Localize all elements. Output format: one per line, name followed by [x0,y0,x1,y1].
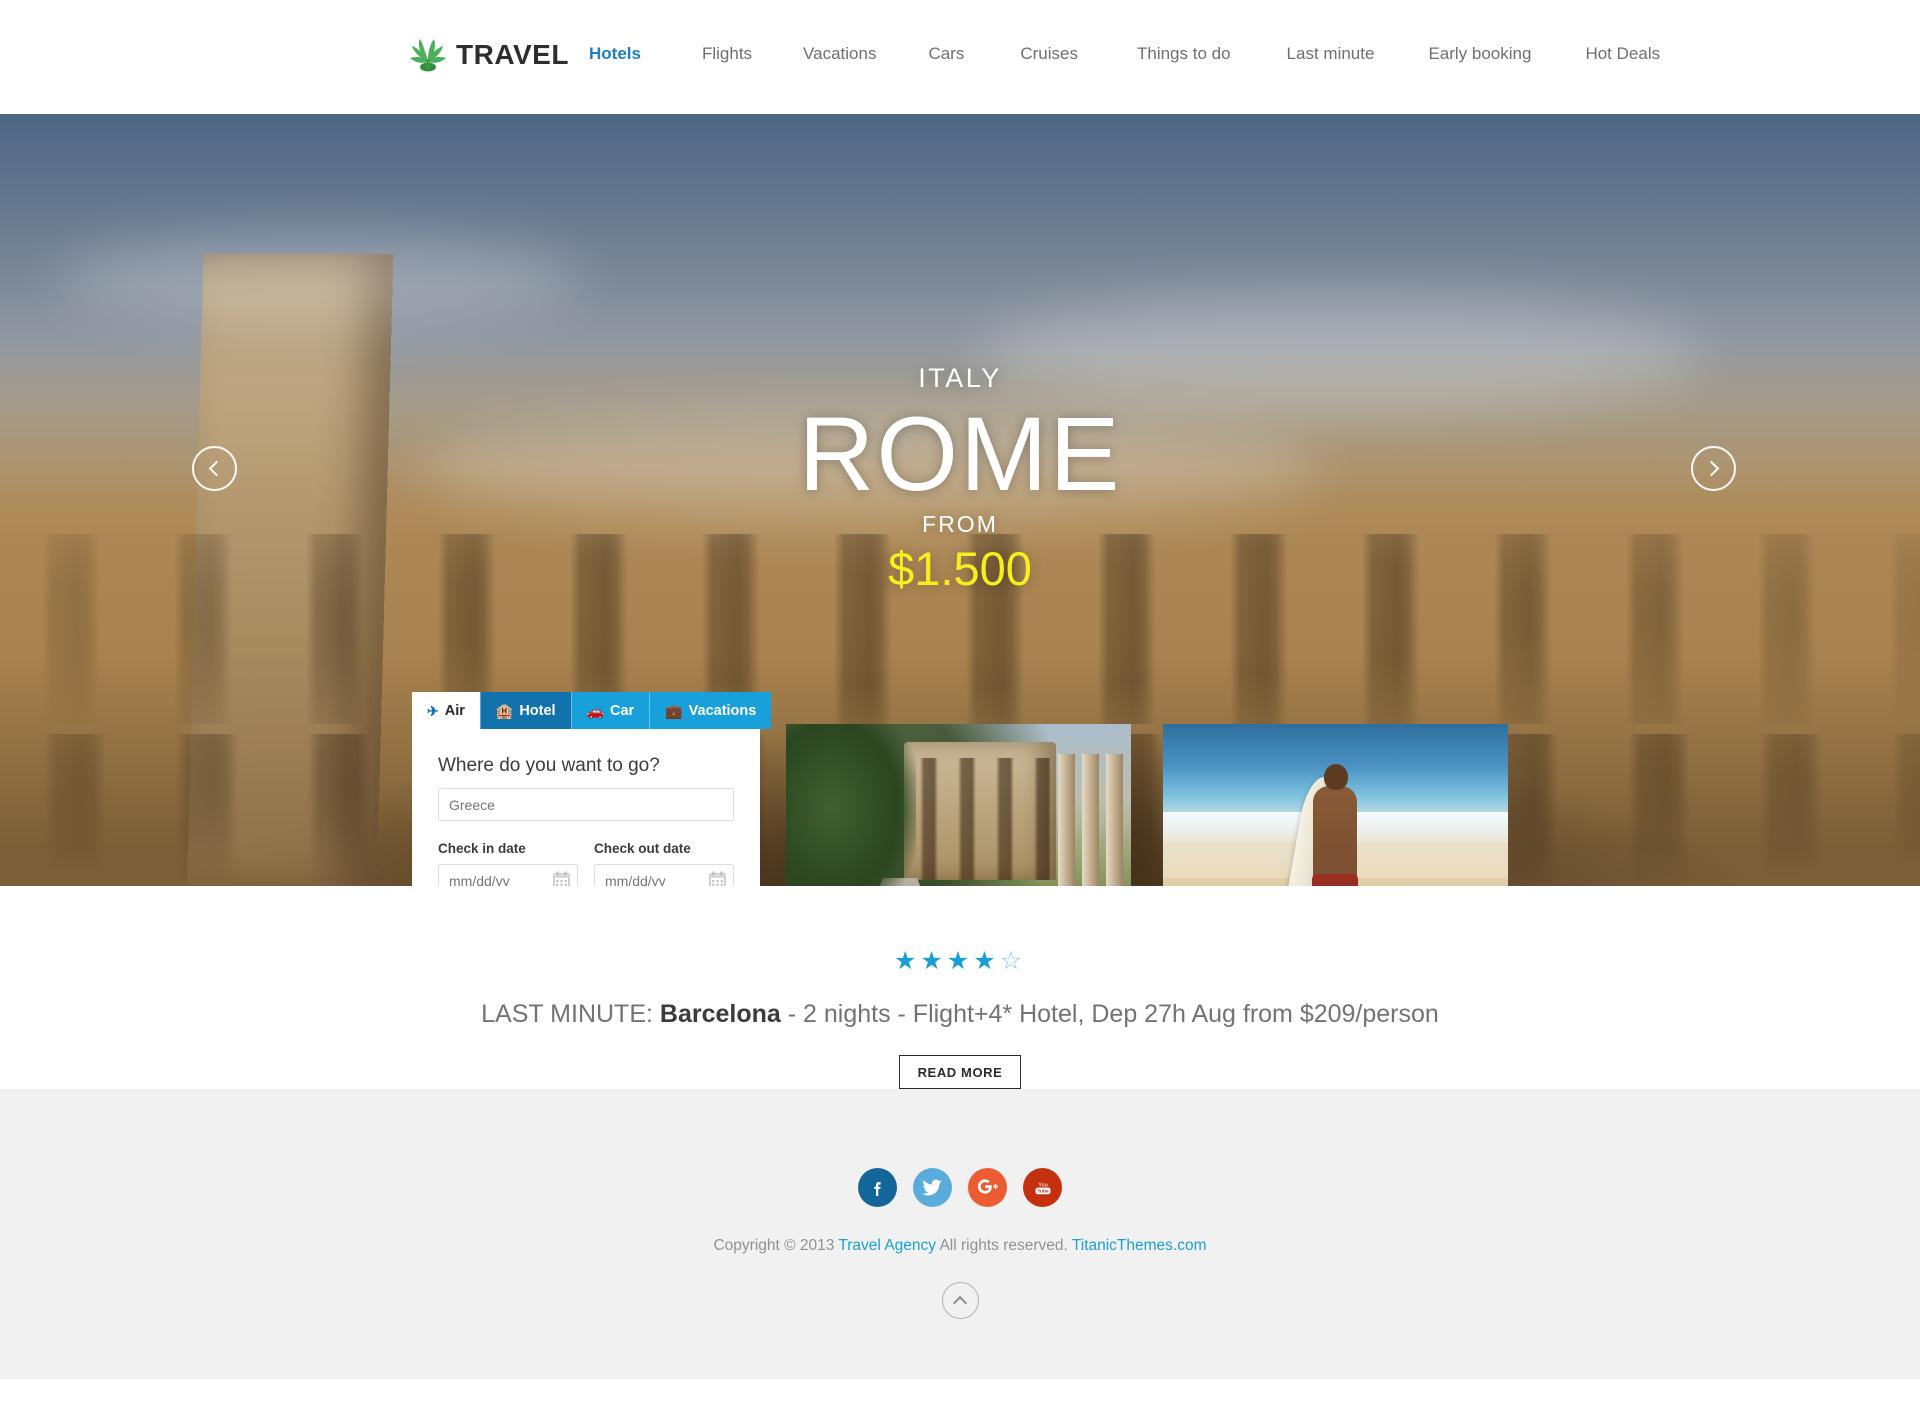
nav-item-hot-deals[interactable]: Hot Deals [1571,44,1674,64]
hero-caption: ITALY ROME FROM $1.500 [0,363,1920,596]
deal-card-rome[interactable]: ROME $59.99 [786,724,1131,886]
brand-logo[interactable]: TRAVEL [409,38,569,72]
back-to-top-button[interactable] [941,1282,979,1319]
facebook-icon[interactable] [858,1168,897,1207]
last-minute-prefix: LAST MINUTE: [481,1000,660,1028]
nav-item-things-to-do[interactable]: Things to do [1123,44,1245,64]
twitter-icon[interactable] [913,1168,952,1207]
svg-text:You: You [1038,1182,1047,1188]
checkout-label: Check out date [594,841,691,856]
tab-air-label: Air [444,702,465,719]
social-links: You Tube [0,1168,1920,1207]
destination-label: Where do you want to go? [438,755,660,776]
car-icon: 🚗 [586,702,605,719]
tree-shape [786,724,916,886]
tab-car-label: Car [610,702,635,719]
suitcase-icon: 💼 [665,702,683,719]
star-filled: ★ [920,947,947,975]
deal-cards: ROME $59.99 COTE D'AZUR $59.99 [786,724,1508,886]
checkin-group: Check in date [438,841,578,886]
palm-tree-icon [410,39,446,72]
checkin-label: Check in date [438,841,526,856]
hero-country: ITALY [918,363,1002,393]
head-shape [1324,764,1348,790]
star-empty: ☆ [999,947,1027,975]
nav-item-cars[interactable]: Cars [914,44,978,64]
tab-vacations[interactable]: 💼 Vacations [649,692,772,729]
shorts-shape [1312,874,1358,886]
hero-cloud [60,234,580,324]
nav-item-hotels[interactable]: Hotels [575,44,655,64]
colosseum-photo [786,724,1131,886]
checkout-group: Check out date [594,841,734,886]
nav-item-cruises[interactable]: Cruises [1006,44,1092,64]
nav-item-early-booking[interactable]: Early booking [1414,44,1545,64]
youtube-icon[interactable]: You Tube [1023,1168,1062,1207]
copyright-prefix: Copyright © 2013 [713,1237,839,1254]
checkin-input[interactable] [438,864,578,886]
nav-item-vacations[interactable]: Vacations [789,44,890,64]
copyright-link-agency[interactable]: Travel Agency [838,1237,936,1254]
rating-stars: ★★★★☆ [0,949,1920,974]
date-row: Check in date mm/dd/yy Check out date mm… [438,841,734,886]
column-shape [1082,754,1099,886]
booking-form: Where do you want to go? Check in date [412,729,760,886]
surfer-shape [1313,786,1357,886]
column-shape [1106,754,1123,886]
booking-widget: ✈ Air 🏨 Hotel 🚗 Car 💼 Vacations Where do… [412,692,772,886]
booking-tabs: ✈ Air 🏨 Hotel 🚗 Car 💼 Vacations [412,692,772,729]
site-header: TRAVEL Hotels Flights Vacations Cars Cru… [0,0,1920,114]
tab-air[interactable]: ✈ Air [412,692,480,729]
column-shape [1058,754,1075,886]
airplane-icon: ✈ [427,702,439,719]
hotel-building-icon: 🏨 [495,702,514,719]
site-footer: You Tube Copyright © 2013 Travel Agency … [0,1089,1920,1379]
hero-from-label: FROM [922,511,998,538]
copyright-text: Copyright © 2013 Travel Agency All right… [0,1237,1920,1255]
hero-price: $1.500 [888,542,1032,596]
star-filled: ★ [973,947,1000,975]
tab-hotel-label: Hotel [519,702,556,719]
hero-slider: ITALY ROME FROM $1.500 ✈ Air 🏨 Hotel 🚗 C… [0,114,1920,886]
svg-text:Tube: Tube [1037,1188,1048,1194]
destination-input[interactable] [438,788,734,821]
chevron-right-icon [1703,460,1720,477]
tab-hotel[interactable]: 🏨 Hotel [479,692,571,729]
copyright-middle: All rights reserved. [936,1237,1072,1254]
star-filled: ★ [893,947,921,975]
last-minute-section: ★★★★☆ LAST MINUTE: Barcelona - 2 nights … [0,886,1920,1089]
main-navigation: Hotels Flights Vacations Cars Cruises Th… [575,44,1674,64]
chevron-left-icon [208,460,225,477]
chevron-up-icon [952,1295,968,1310]
last-minute-text: LAST MINUTE: Barcelona - 2 nights - Flig… [0,1000,1920,1029]
tab-car[interactable]: 🚗 Car [570,692,650,729]
read-more-button[interactable]: READ MORE [898,1055,1022,1089]
nav-item-last-minute[interactable]: Last minute [1273,44,1389,64]
last-minute-suffix: - 2 nights - Flight+4* Hotel, Dep 27h Au… [780,1000,1439,1028]
brand-name: TRAVEL [456,39,569,70]
checkout-input[interactable] [594,864,734,886]
copyright-link-themes[interactable]: TitanicThemes.com [1072,1237,1207,1254]
hero-prev-button[interactable] [192,446,237,491]
surfer-beach-photo [1163,724,1508,886]
hero-next-button[interactable] [1691,446,1736,491]
tab-vacations-label: Vacations [688,702,757,719]
nav-item-flights[interactable]: Flights [688,44,766,64]
ruin-shape [904,742,1056,880]
google-plus-icon[interactable] [968,1168,1007,1207]
last-minute-destination: Barcelona [659,1000,781,1028]
hero-city: ROME [798,395,1122,513]
star-filled: ★ [946,947,974,975]
deal-card-cote-dazur[interactable]: COTE D'AZUR $59.99 [1163,724,1508,886]
